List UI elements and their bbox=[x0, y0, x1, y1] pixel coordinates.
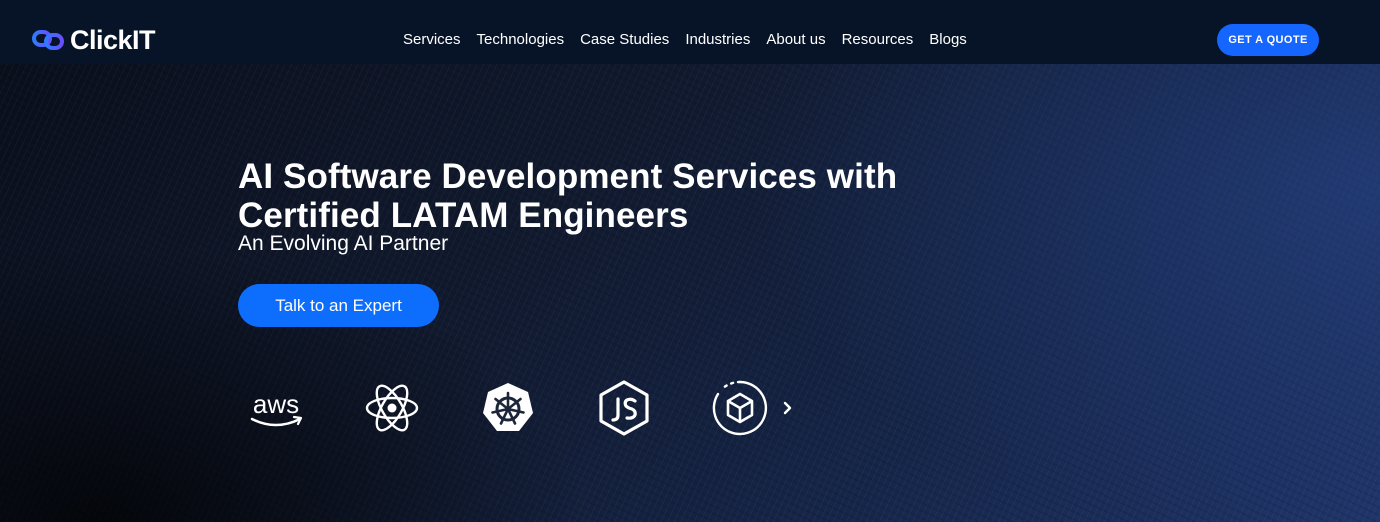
kubernetes-icon bbox=[476, 376, 540, 440]
nav-blogs[interactable]: Blogs bbox=[929, 28, 967, 52]
aws-wordmark: aws bbox=[253, 389, 299, 419]
main-nav: Services Technologies Case Studies Indus… bbox=[403, 28, 967, 52]
aws-icon: aws bbox=[244, 376, 308, 440]
page: ClickIT Services Technologies Case Studi… bbox=[0, 0, 1380, 522]
talk-to-expert-button[interactable]: Talk to an Expert bbox=[238, 284, 439, 327]
cube-icon bbox=[708, 376, 772, 440]
nav-services[interactable]: Services bbox=[403, 28, 461, 52]
nav-resources[interactable]: Resources bbox=[842, 28, 914, 52]
hero-subtitle: An Evolving AI Partner bbox=[238, 232, 449, 255]
get-a-quote-button[interactable]: GET A QUOTE bbox=[1217, 24, 1319, 56]
navbar: ClickIT Services Technologies Case Studi… bbox=[0, 0, 1380, 64]
nav-case-studies[interactable]: Case Studies bbox=[580, 28, 669, 52]
hero-title: AI Software Development Services with Ce… bbox=[238, 157, 898, 235]
react-icon bbox=[360, 376, 424, 440]
link-icon bbox=[32, 30, 64, 50]
brand-logo[interactable]: ClickIT bbox=[32, 24, 156, 56]
nav-industries[interactable]: Industries bbox=[685, 28, 750, 52]
nav-technologies[interactable]: Technologies bbox=[477, 28, 565, 52]
chevron-right-icon[interactable] bbox=[780, 396, 796, 420]
brand-name: ClickIT bbox=[70, 25, 156, 55]
nodejs-icon bbox=[592, 376, 656, 440]
hero-section: AI Software Development Services with Ce… bbox=[0, 64, 1380, 522]
nav-about-us[interactable]: About us bbox=[766, 28, 825, 52]
